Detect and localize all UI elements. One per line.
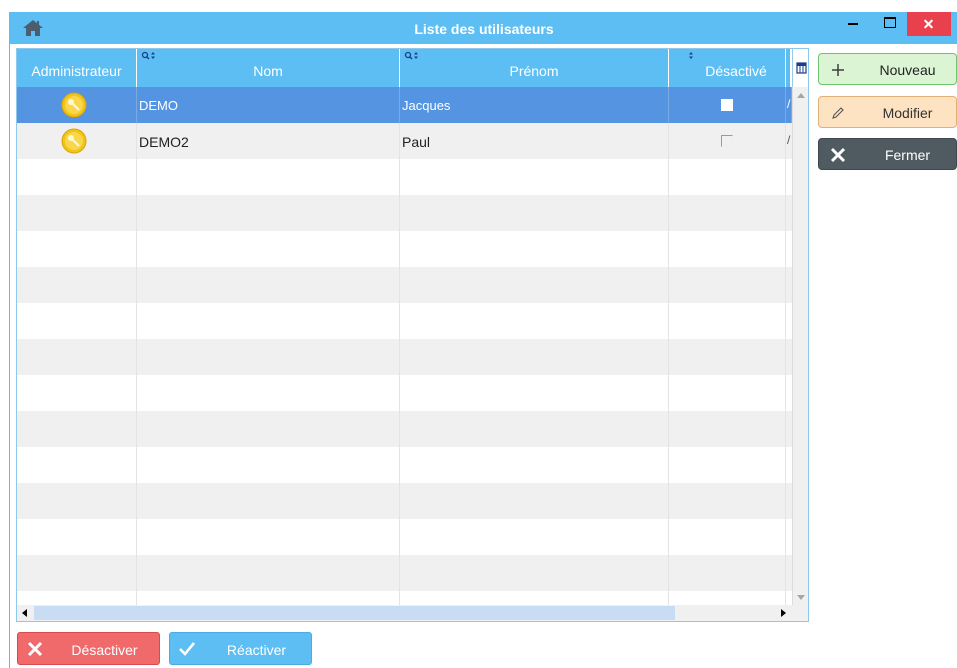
horizontal-scrollbar[interactable]: [17, 605, 792, 621]
vertical-scrollbar[interactable]: [792, 87, 808, 607]
key-badge-icon: [61, 128, 87, 154]
empty-row[interactable]: [17, 195, 792, 231]
empty-row[interactable]: [17, 447, 792, 483]
prenom-cell[interactable]: Paul: [400, 123, 669, 159]
desactive-cell[interactable]: [669, 87, 786, 123]
edit-button[interactable]: Modifier: [818, 96, 957, 128]
scroll-left-arrow-icon[interactable]: [17, 605, 33, 621]
empty-row[interactable]: [17, 591, 792, 605]
empty-row[interactable]: [17, 159, 792, 195]
new-button-label: Nouveau: [879, 62, 936, 78]
window-title: Liste des utilisateurs: [414, 21, 554, 37]
empty-row[interactable]: [17, 483, 792, 519]
empty-row[interactable]: [17, 339, 792, 375]
nom-value: DEMO: [139, 98, 178, 113]
edit-button-label: Modifier: [882, 105, 933, 121]
scroll-up-arrow-icon[interactable]: [793, 87, 808, 105]
prenom-value: Jacques: [402, 98, 451, 113]
sort-icon[interactable]: [683, 51, 699, 61]
column-header-extra[interactable]: [786, 49, 790, 87]
search-sort-icon[interactable]: [404, 51, 420, 61]
column-header-desactive[interactable]: Désactivé: [669, 49, 786, 87]
empty-row[interactable]: [17, 375, 792, 411]
column-header-prenom[interactable]: Prénom: [400, 49, 669, 87]
empty-row[interactable]: [17, 231, 792, 267]
empty-row[interactable]: [17, 519, 792, 555]
x-icon: [830, 147, 846, 163]
horizontal-scroll-thumb[interactable]: [34, 606, 675, 620]
minimize-button[interactable]: [836, 12, 870, 36]
deactivate-button[interactable]: Désactiver: [17, 632, 160, 665]
column-picker-icon: [796, 62, 807, 74]
users-table[interactable]: Administrateur Nom Prénom Désactivé DEMO…: [16, 48, 809, 622]
table-row[interactable]: DEMO2 Paul /: [17, 123, 792, 159]
title-bar[interactable]: Liste des utilisateurs: [10, 12, 957, 44]
maximize-button[interactable]: [873, 12, 907, 36]
close-button[interactable]: Fermer: [818, 138, 957, 170]
deactivate-button-label: Désactiver: [71, 642, 138, 658]
admin-cell[interactable]: [17, 123, 137, 159]
empty-row[interactable]: [17, 303, 792, 339]
empty-row[interactable]: [17, 555, 792, 591]
nom-value: DEMO2: [139, 134, 189, 150]
desactive-checkbox[interactable]: [721, 99, 733, 111]
admin-cell[interactable]: [17, 87, 137, 123]
reactivate-button-label: Réactiver: [226, 642, 287, 658]
prenom-cell[interactable]: Jacques: [400, 87, 669, 123]
close-button-label: Fermer: [884, 147, 931, 163]
column-header-label: Nom: [253, 63, 283, 79]
users-window: Liste des utilisateurs Administrateur No…: [9, 12, 957, 668]
nom-cell[interactable]: DEMO: [137, 87, 400, 123]
column-picker-button[interactable]: [792, 49, 808, 87]
scrollbar-corner: [792, 605, 808, 621]
window-close-button[interactable]: [907, 12, 951, 36]
nom-cell[interactable]: DEMO2: [137, 123, 400, 159]
check-icon: [179, 642, 196, 656]
desactive-cell[interactable]: [669, 123, 786, 159]
scroll-right-arrow-icon[interactable]: [775, 605, 791, 621]
table-row[interactable]: DEMO Jacques /: [17, 87, 792, 123]
desactive-checkbox[interactable]: [721, 135, 733, 147]
extra-value: /: [787, 133, 791, 147]
plus-icon: [832, 64, 844, 76]
key-badge-icon: [61, 92, 87, 118]
prenom-value: Paul: [402, 134, 431, 150]
column-header-nom[interactable]: Nom: [137, 49, 400, 87]
extra-value: /: [787, 97, 791, 111]
empty-row[interactable]: [17, 411, 792, 447]
empty-row[interactable]: [17, 267, 792, 303]
reactivate-button[interactable]: Réactiver: [169, 632, 312, 665]
search-sort-icon[interactable]: [141, 51, 157, 61]
pencil-icon: [832, 107, 844, 119]
column-header-label: Désactivé: [705, 63, 767, 79]
x-icon: [27, 641, 43, 657]
column-header-administrateur[interactable]: Administrateur: [17, 49, 137, 87]
column-header-label: Administrateur: [31, 63, 122, 79]
column-header-label: Prénom: [509, 63, 559, 79]
new-button[interactable]: Nouveau: [818, 53, 957, 85]
